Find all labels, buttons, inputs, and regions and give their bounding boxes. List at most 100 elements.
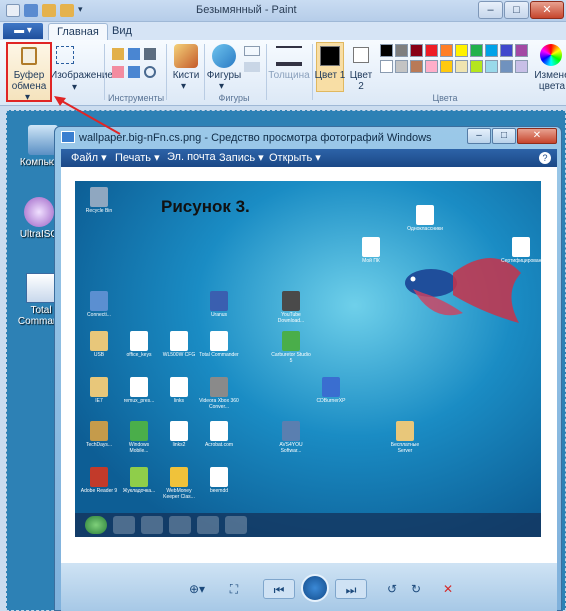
palette-color[interactable]: [425, 60, 438, 73]
image-dropdown-icon[interactable]: ▾: [72, 82, 77, 93]
palette-color[interactable]: [485, 60, 498, 73]
window-title: Безымянный - Paint: [196, 4, 297, 16]
photo-icon-label: Adobe Reader 9: [80, 488, 118, 494]
delete-icon[interactable]: ✕: [437, 579, 459, 599]
clipboard-button[interactable]: Буфер обмена ▾: [6, 42, 52, 103]
palette-color[interactable]: [380, 60, 393, 73]
palette-color[interactable]: [515, 44, 528, 57]
undo-icon[interactable]: [42, 4, 56, 17]
shapes-button[interactable]: Фигуры: [204, 70, 244, 81]
menu-email[interactable]: Эл. почта: [167, 151, 216, 163]
photo-desktop-icon: Acrobat.com: [199, 421, 239, 448]
slideshow-button[interactable]: [301, 574, 329, 602]
color2-swatch[interactable]: [353, 47, 369, 63]
photo-icon-label: WL500W CFG: [162, 352, 196, 358]
minimize-button[interactable]: –: [478, 1, 503, 19]
paint-app-icon[interactable]: [6, 4, 20, 17]
tab-view[interactable]: Вид: [104, 23, 140, 40]
photo-desktop-icon: Мой ПК: [351, 237, 391, 264]
palette-color[interactable]: [380, 44, 393, 57]
text-icon[interactable]: [144, 48, 156, 60]
image-button[interactable]: Изображение: [50, 70, 113, 81]
fill-shape-icon[interactable]: [244, 62, 260, 72]
folder-icon: [197, 516, 219, 534]
brushes-dropdown-icon[interactable]: ▾: [181, 81, 186, 92]
file-icon: [210, 467, 228, 487]
photo-desktop-icon: Жукладочка...: [119, 467, 159, 494]
menu-open[interactable]: Открыть ▾: [269, 151, 321, 164]
color1-swatch: [320, 46, 340, 66]
palette-color[interactable]: [455, 44, 468, 57]
ribbon-tabs: ▬ ▾ Главная Вид: [0, 22, 566, 40]
photo-desktop-icon: AVS4YOU Softwar...: [271, 421, 311, 454]
palette-color[interactable]: [425, 44, 438, 57]
file-icon: [170, 421, 188, 441]
select-icon[interactable]: [56, 46, 74, 64]
eraser-icon[interactable]: [112, 66, 124, 78]
redo-icon[interactable]: [60, 4, 74, 17]
fill-icon[interactable]: [128, 48, 140, 60]
palette-color[interactable]: [440, 60, 453, 73]
palette-color[interactable]: [410, 44, 423, 57]
edit-colors-icon[interactable]: [540, 44, 562, 66]
shapes-icon[interactable]: [212, 44, 236, 68]
outline-icon[interactable]: [244, 46, 260, 56]
palette-color[interactable]: [470, 44, 483, 57]
photo-desktop-icon: Recycle Bin: [79, 187, 119, 214]
palette-color[interactable]: [500, 60, 513, 73]
palette-color[interactable]: [485, 44, 498, 57]
start-orb-icon: [85, 516, 107, 534]
photo-icon-label: Windows Mobile...: [128, 442, 150, 454]
palette-color[interactable]: [410, 60, 423, 73]
palette-color[interactable]: [395, 60, 408, 73]
palette-color[interactable]: [500, 44, 513, 57]
menu-file[interactable]: Файл ▾: [71, 151, 107, 164]
color2-label: Цвет 2: [349, 70, 373, 92]
maximize-button[interactable]: □: [504, 1, 529, 19]
photo-icon-label: Бесплатные Server: [390, 442, 420, 454]
viewer-maximize-button[interactable]: □: [492, 128, 516, 144]
brush-icon[interactable]: [174, 44, 198, 68]
photo-desktop-icon: YouTube Download...: [271, 291, 311, 324]
photo-desktop-icon: Одноклассники: [405, 205, 445, 232]
rotate-right-icon[interactable]: ↻: [405, 579, 427, 599]
actual-size-icon[interactable]: ⛶: [223, 579, 245, 599]
file-icon: [90, 467, 108, 487]
file-icon: [90, 187, 108, 207]
color-picker-icon[interactable]: [128, 66, 140, 78]
size-icon[interactable]: [276, 46, 302, 66]
photo-desktop-icon: remux_pres...: [119, 377, 159, 404]
file-icon: [170, 467, 188, 487]
palette-color[interactable]: [440, 44, 453, 57]
viewer-close-button[interactable]: ✕: [517, 128, 557, 144]
photo-image: Рисунок 3. Recycle Bin Connecti... USB offi…: [75, 181, 541, 537]
paint-menu-button[interactable]: ▬ ▾: [3, 23, 43, 39]
help-icon[interactable]: ?: [539, 152, 551, 164]
save-icon[interactable]: [24, 4, 38, 17]
edit-colors-button[interactable]: Измене цвета: [532, 70, 566, 92]
clipboard-dropdown-icon: ▾: [25, 92, 31, 103]
close-button[interactable]: ✕: [530, 1, 564, 19]
tab-home[interactable]: Главная: [48, 23, 108, 40]
menu-burn[interactable]: Запись ▾: [219, 151, 264, 164]
palette-color[interactable]: [470, 60, 483, 73]
palette-color[interactable]: [455, 60, 468, 73]
size-button[interactable]: Толщина: [266, 70, 312, 81]
file-icon: [210, 421, 228, 441]
viewer-minimize-button[interactable]: –: [467, 128, 491, 144]
pencil-icon[interactable]: [112, 48, 124, 60]
color1-selector[interactable]: [316, 42, 344, 92]
shapes-dropdown-icon[interactable]: ▾: [219, 81, 224, 92]
palette-color[interactable]: [515, 60, 528, 73]
magnifier-icon[interactable]: [144, 66, 156, 78]
customize-qat-icon[interactable]: ▾: [78, 4, 88, 17]
next-button[interactable]: ⏭: [335, 579, 367, 599]
rotate-left-icon[interactable]: ↺: [381, 579, 403, 599]
menu-print[interactable]: Печать ▾: [115, 151, 160, 164]
zoom-icon[interactable]: ⊕▾: [181, 579, 213, 599]
photo-desktop-icon: Carburetor Studio 5: [271, 331, 311, 364]
brushes-button[interactable]: Кисти: [168, 70, 204, 81]
previous-button[interactable]: ⏮: [263, 579, 295, 599]
disc-icon: [24, 197, 54, 227]
palette-color[interactable]: [395, 44, 408, 57]
